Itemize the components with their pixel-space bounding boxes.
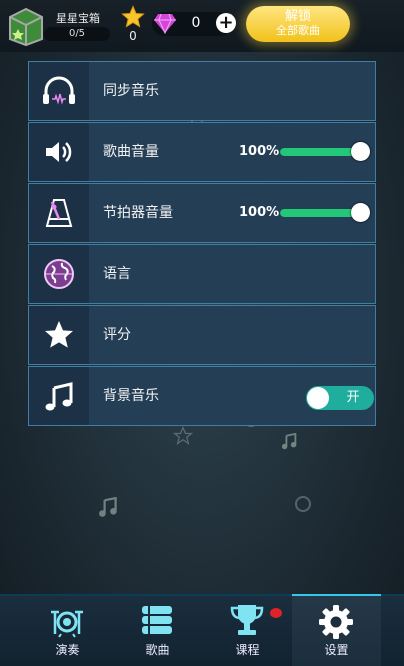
circle-decor-icon [295,496,311,512]
icon-box [29,306,89,364]
metronome-volume-value: 100% [239,205,280,220]
chest-title: 星星宝箱 [56,12,100,25]
trophy-icon [230,605,264,635]
headphones-icon [43,76,75,105]
rating-label: 评分 [103,327,131,343]
metronome-volume-slider[interactable] [280,203,370,222]
unlock-all-songs-button[interactable]: 解锁 全部歌曲 [246,6,350,42]
globe-icon [44,259,74,289]
top-bar: 星星宝箱 0/5 0 0 + 解锁 全部歌曲 [0,0,404,52]
language-row[interactable]: 语言 [28,244,376,304]
unlock-sublabel: 全部歌曲 [276,24,320,37]
gem-icon [154,13,176,34]
tab-courses[interactable]: 课程 [203,596,292,666]
icon-box [29,123,89,181]
tab-songs[interactable]: 歌曲 [113,596,202,666]
song-volume-label: 歌曲音量 [103,144,159,160]
unlock-label: 解锁 [284,9,311,24]
star-icon [45,321,73,348]
gem-count: 0 [191,15,201,31]
metronome-volume-label: 节拍器音量 [103,205,173,221]
background-music-label: 背景音乐 [103,388,159,404]
rating-row[interactable]: 评分 [28,305,376,365]
toggle-state-label: 开 [346,390,360,405]
icon-box [29,367,89,425]
slider-knob[interactable] [351,142,370,161]
music-note-decor-icon [281,433,297,450]
song-volume-row: 歌曲音量 100% [28,122,376,182]
sync-music-row[interactable]: 同步音乐 [28,61,376,121]
add-gems-button[interactable]: + [216,13,236,33]
tab-songs-label: 歌曲 [145,643,170,657]
gear-icon [319,605,353,639]
background-music-row: 背景音乐 开 [28,366,376,426]
music-note-icon [45,382,73,411]
song-volume-value: 100% [239,144,280,159]
icon-box [29,62,89,120]
metronome-volume-row: 节拍器音量 100% [28,183,376,243]
tab-settings[interactable]: 设置 [292,594,381,666]
slider-track [280,209,360,217]
notification-badge [270,608,282,618]
song-volume-slider[interactable] [280,142,370,161]
music-note-decor-icon [99,497,117,517]
drum-kit-icon [51,610,83,638]
speaker-icon [46,142,72,162]
song-list-icon [142,606,172,634]
star-count: 0 [129,29,137,43]
slider-fill [280,209,360,217]
icon-box [29,245,89,303]
slider-track [280,148,360,156]
language-label: 语言 [103,266,131,282]
slider-knob[interactable] [351,203,370,222]
tab-settings-label: 设置 [324,643,349,657]
tab-courses-label: 课程 [235,643,260,657]
tab-perform-label: 演奏 [55,643,80,657]
slider-fill [280,148,360,156]
background-music-toggle[interactable]: 开 [306,386,374,410]
treasure-chest-icon[interactable] [6,3,46,47]
icon-box [29,184,89,242]
metronome-icon [45,199,73,227]
tab-perform[interactable]: 演奏 [23,596,112,666]
chest-progress: 0/5 [44,27,110,41]
star-icon [121,5,145,28]
toggle-knob [307,387,329,409]
sync-music-label: 同步音乐 [103,83,159,99]
star-outline-decor-icon [173,426,193,445]
bottom-navigation: 演奏 歌曲 课程 设置 [0,594,404,666]
